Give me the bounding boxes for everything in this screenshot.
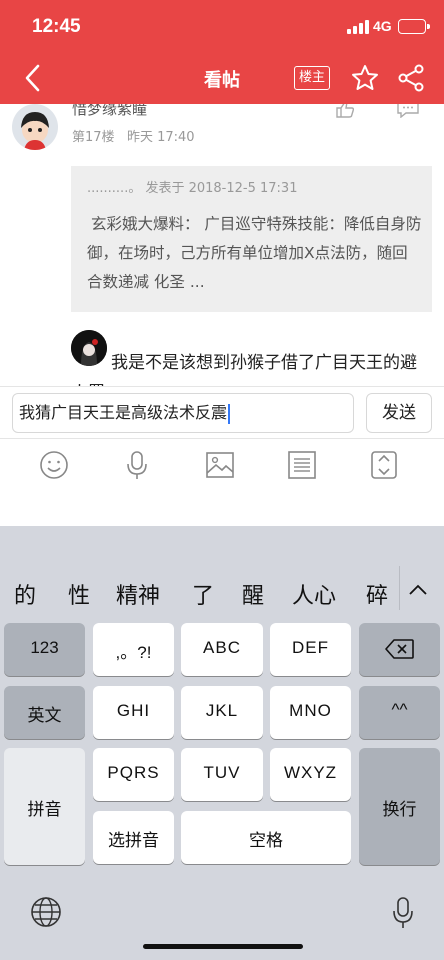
text-caret bbox=[228, 403, 231, 424]
key-tuv[interactable]: TUV bbox=[181, 748, 263, 801]
list-icon[interactable] bbox=[286, 449, 318, 481]
key-def[interactable]: DEF bbox=[270, 623, 351, 676]
key-jkl-label: JKL bbox=[205, 701, 239, 720]
louzhu-button[interactable]: 楼主 bbox=[294, 66, 330, 90]
post-time: 昨天 17:40 bbox=[126, 130, 195, 145]
key-newline[interactable]: 换行 bbox=[359, 748, 440, 865]
key-select-pinyin[interactable]: 选拼音 bbox=[93, 811, 174, 864]
microphone-icon[interactable] bbox=[392, 896, 414, 930]
expand-icon[interactable] bbox=[368, 449, 400, 481]
top-bar: 12:45 4G 看帖 楼主 bbox=[0, 0, 444, 104]
space-key[interactable]: 空格 bbox=[181, 811, 351, 864]
key-tuv-label: TUV bbox=[203, 763, 241, 782]
battery-icon bbox=[398, 19, 430, 34]
backspace-icon bbox=[385, 639, 414, 659]
key-mno-label: MNO bbox=[289, 701, 332, 720]
key-wxyz[interactable]: WXYZ bbox=[270, 748, 351, 801]
reply-input-value: 我猜广目天王是高级法术反震 bbox=[19, 403, 228, 422]
post-username[interactable]: 惜梦缘紫瞳 bbox=[72, 104, 147, 119]
key-pqrs[interactable]: PQRS bbox=[93, 748, 174, 801]
status-time: 12:45 bbox=[32, 16, 81, 37]
key-ghi-label: GHI bbox=[116, 701, 151, 720]
share-icon[interactable] bbox=[396, 63, 426, 93]
avatar[interactable] bbox=[12, 104, 58, 150]
key-abc[interactable]: ABC bbox=[181, 623, 263, 676]
key-ghi[interactable]: GHI bbox=[93, 686, 174, 739]
key-mno[interactable]: MNO bbox=[270, 686, 351, 739]
candidate-6[interactable]: 人心 bbox=[292, 578, 336, 610]
candidate-3[interactable]: 精神 bbox=[116, 578, 160, 610]
globe-icon[interactable] bbox=[30, 896, 62, 928]
delete-key[interactable] bbox=[359, 623, 440, 676]
key-select-pinyin-label: 选拼音 bbox=[108, 831, 159, 851]
reply-input[interactable]: 我猜广目天王是高级法术反震 bbox=[12, 393, 354, 433]
home-indicator bbox=[143, 944, 303, 949]
key-abc-label: ABC bbox=[203, 638, 241, 657]
space-key-label: 空格 bbox=[249, 831, 283, 851]
key-english[interactable]: 英文 bbox=[4, 686, 85, 739]
key-jkl[interactable]: JKL bbox=[181, 686, 263, 739]
candidate-5[interactable]: 醒 bbox=[242, 578, 264, 610]
key-def-label: DEF bbox=[292, 638, 329, 657]
quote-meta: ..........。 发表于 2018-12-5 17:31 bbox=[87, 181, 298, 196]
favorite-star-icon[interactable] bbox=[351, 64, 379, 92]
composer-toolbar bbox=[0, 438, 444, 526]
key-newline-label: 换行 bbox=[382, 800, 417, 820]
like-icon[interactable] bbox=[335, 104, 355, 118]
key-123-label: 123 bbox=[30, 638, 59, 657]
key-english-label: 英文 bbox=[27, 706, 62, 726]
candidate-4[interactable]: 了 bbox=[192, 578, 214, 610]
comment-icon[interactable] bbox=[396, 104, 420, 118]
key-pinyin-label: 拼音 bbox=[27, 800, 62, 820]
candidate-1[interactable]: 的 bbox=[14, 578, 36, 610]
key-pinyin[interactable]: 拼音 bbox=[4, 748, 85, 865]
quote-text: 玄彩娥大爆料： 广目巡守特殊技能：降低自身防御，在场时，己方所有单位增加X点法防… bbox=[87, 215, 422, 291]
key-punctuation[interactable]: ,。?! bbox=[93, 623, 174, 676]
emoji-icon[interactable] bbox=[38, 449, 70, 481]
composer-bar: 我猜广目天王是高级法术反震 发送 bbox=[0, 386, 444, 438]
candidate-2[interactable]: 性 bbox=[68, 578, 90, 610]
candidate-7[interactable]: 碎 bbox=[366, 578, 388, 610]
post-content: 惜梦缘紫瞳 第17楼 昨天 17:40 ..........。 发表于 2018… bbox=[0, 104, 444, 386]
key-emoticon-label: ^^ bbox=[391, 700, 408, 719]
image-icon[interactable] bbox=[204, 449, 236, 481]
network-label: 4G bbox=[373, 18, 392, 34]
reply-text: 我是不是该想到孙猴子借了广目天王的避火罩 bbox=[71, 353, 417, 386]
status-bar: 12:45 4G bbox=[0, 0, 444, 52]
key-emoticon[interactable]: ^^ bbox=[359, 686, 440, 739]
key-punctuation-label: ,。?! bbox=[115, 643, 152, 662]
voice-icon[interactable] bbox=[121, 449, 153, 481]
key-wxyz-label: WXYZ bbox=[283, 763, 338, 782]
candidate-divider bbox=[399, 566, 400, 610]
signal-icon bbox=[347, 20, 371, 34]
floor-number: 第17楼 bbox=[72, 130, 115, 145]
key-123[interactable]: 123 bbox=[4, 623, 85, 676]
key-pqrs-label: PQRS bbox=[107, 763, 160, 782]
post-meta: 第17楼 昨天 17:40 bbox=[72, 126, 195, 145]
send-button[interactable]: 发送 bbox=[366, 393, 432, 433]
quoted-post: ..........。 发表于 2018-12-5 17:31 玄彩娥大爆料： … bbox=[71, 166, 432, 312]
candidate-bar: 的 性 精神 了 醒 人心 碎 bbox=[0, 526, 444, 616]
chevron-up-icon[interactable] bbox=[406, 578, 430, 602]
app-header: 看帖 楼主 bbox=[0, 52, 444, 104]
keyboard: 的 性 精神 了 醒 人心 碎 123 ,。?! ABC DEF 英文 GHI … bbox=[0, 526, 444, 960]
